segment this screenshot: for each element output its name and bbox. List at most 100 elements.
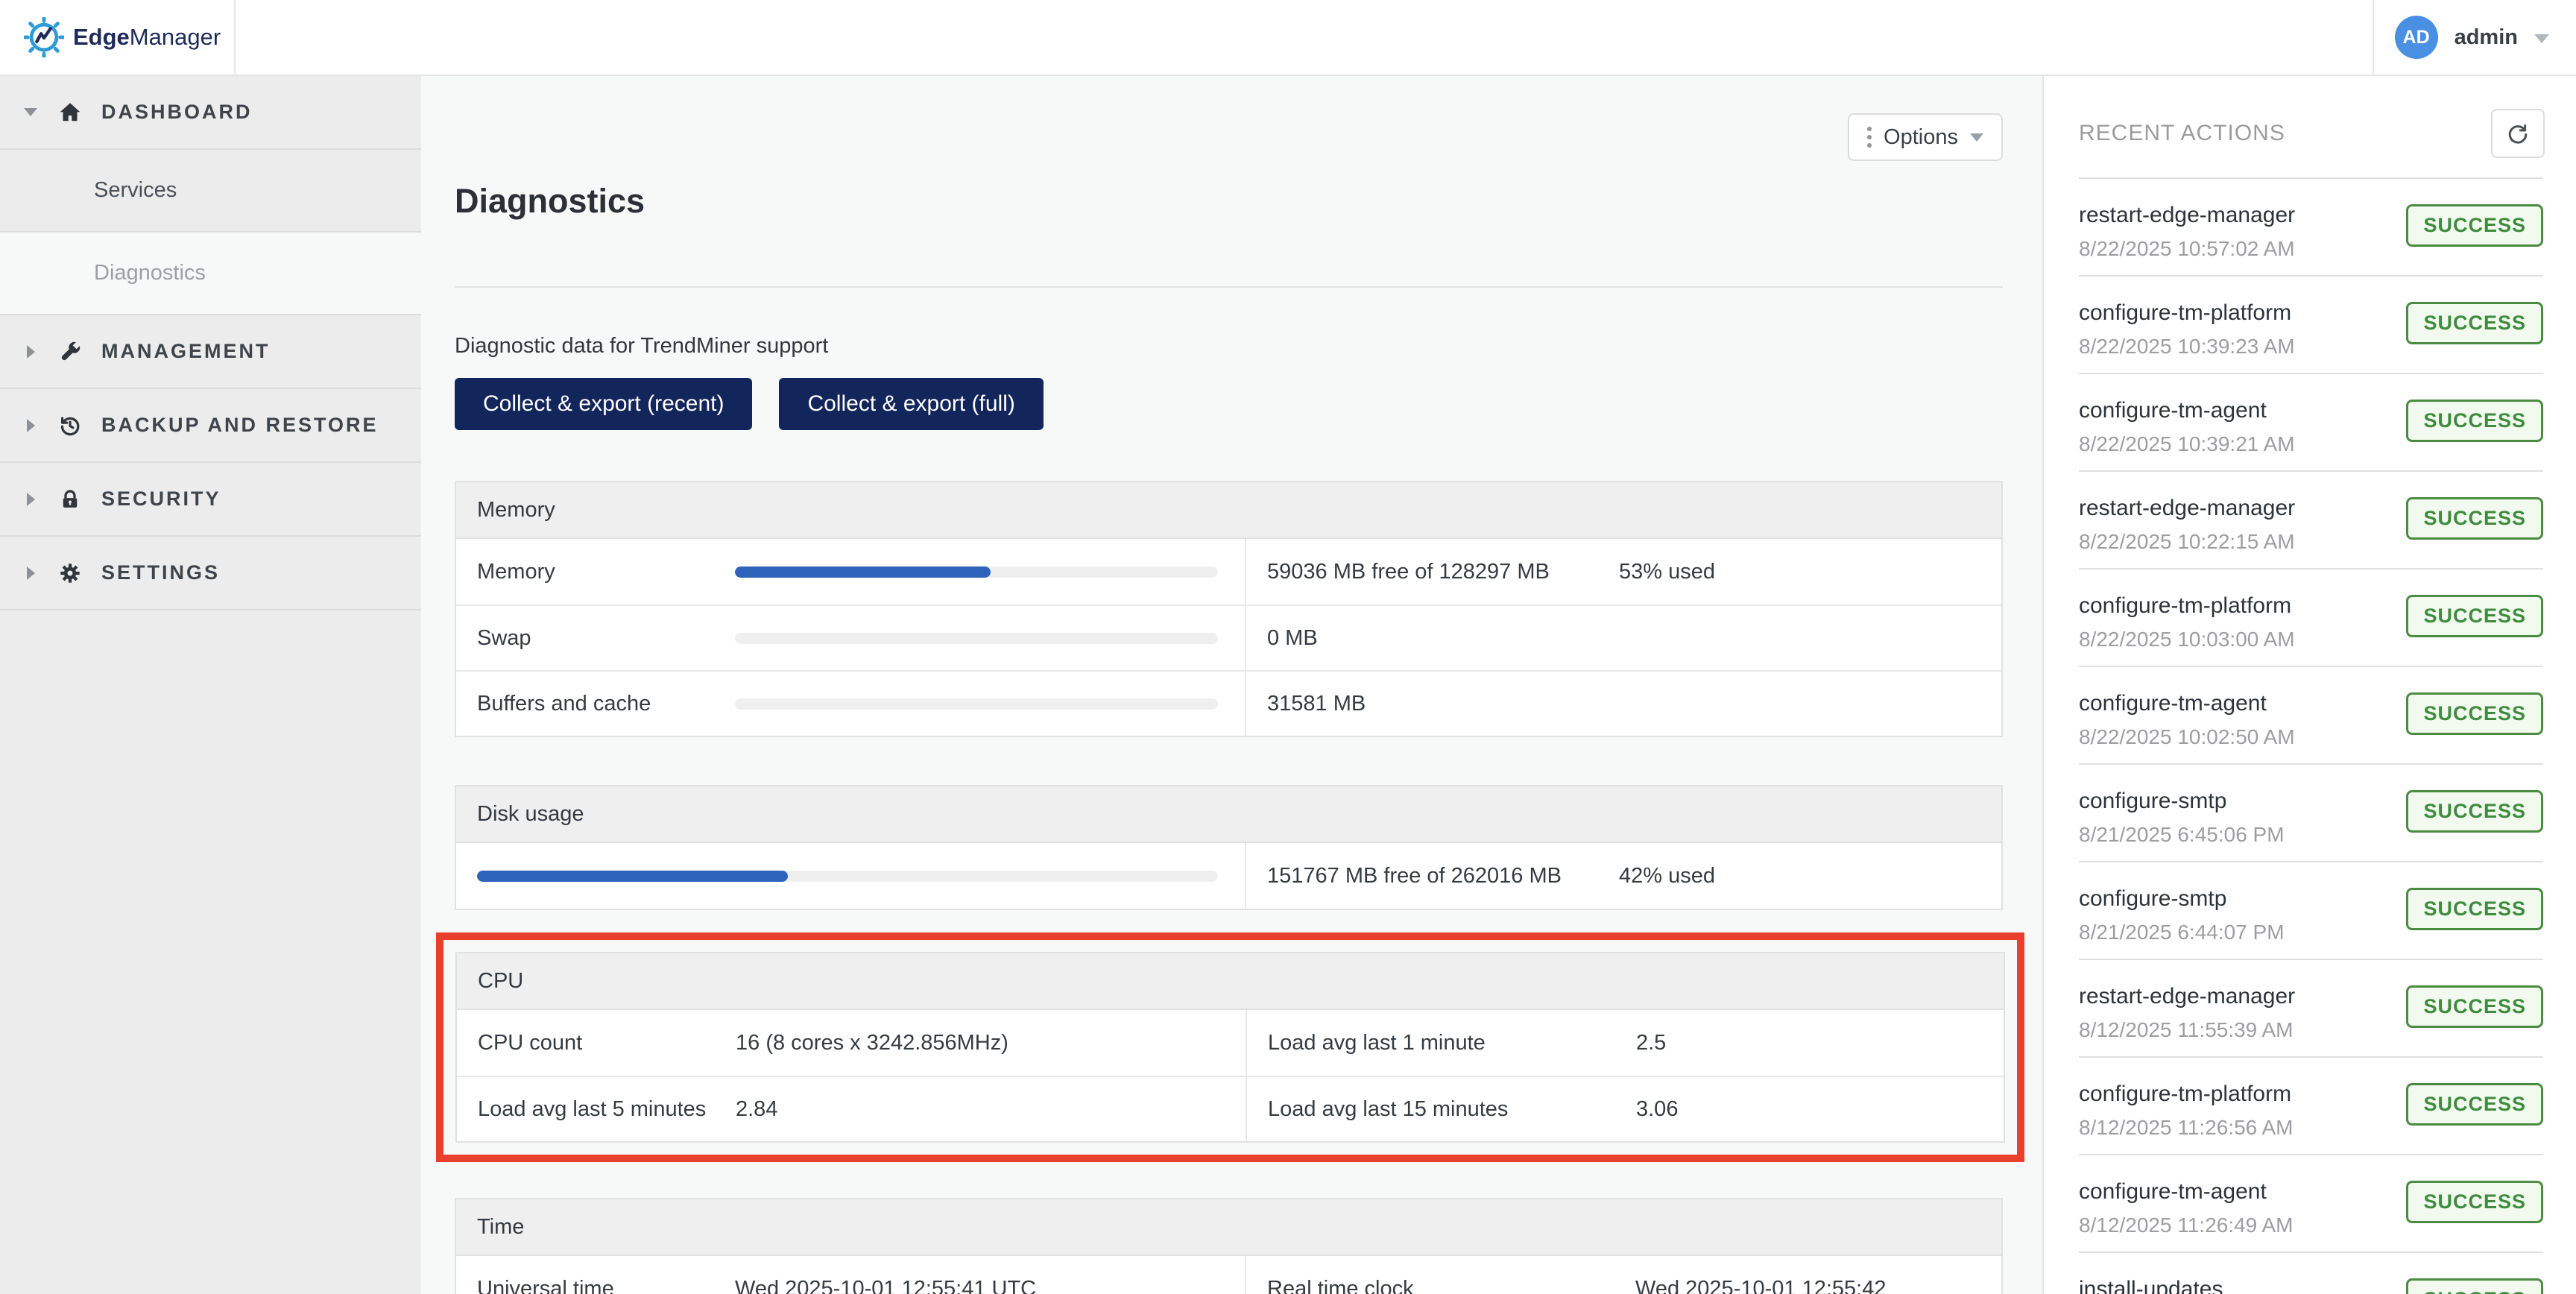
swap-progress-bar	[735, 633, 1218, 644]
status-badge: SUCCESS	[2406, 595, 2543, 637]
recent-action-text: restart-edge-manager 8/12/2025 11:55:39 …	[2079, 984, 2406, 1042]
action-name: restart-edge-manager	[2079, 984, 2406, 1009]
collect-export-recent-button[interactable]: Collect & export (recent)	[455, 378, 752, 430]
sidebar-item-security[interactable]: SECURITY	[0, 463, 421, 537]
brand-name: EdgeManager	[73, 24, 221, 51]
avatar: AD	[2395, 16, 2438, 59]
recent-action-item[interactable]: restart-edge-manager 8/12/2025 11:55:39 …	[2079, 960, 2543, 1058]
action-timestamp: 8/22/2025 10:39:23 AM	[2079, 335, 2406, 359]
recent-action-text: configure-tm-agent 8/22/2025 10:39:21 AM	[2079, 398, 2406, 456]
recent-action-item[interactable]: configure-tm-agent 8/22/2025 10:02:50 AM…	[2079, 667, 2543, 765]
sidebar-item-label: MANAGEMENT	[101, 340, 271, 363]
recent-action-item[interactable]: configure-tm-agent 8/12/2025 11:26:49 AM…	[2079, 1155, 2543, 1253]
cpu-section: CPU CPU count 16 (8 cores x 3242.856MHz)…	[455, 952, 2005, 1143]
disk-progress-bar	[477, 871, 1218, 882]
main-content: Options Diagnostics Diagnostic data for …	[421, 76, 2042, 1294]
sidebar-subitem-label: Services	[94, 178, 177, 203]
status-badge: SUCCESS	[2406, 888, 2543, 930]
recent-action-text: configure-tm-platform 8/12/2025 11:26:56…	[2079, 1082, 2406, 1140]
recent-action-item[interactable]: configure-tm-platform 8/12/2025 11:26:56…	[2079, 1058, 2543, 1155]
recent-action-text: install-updates	[2079, 1277, 2406, 1294]
table-row: Buffers and cache 31581 MB	[456, 670, 2001, 736]
memory-section-header: Memory	[456, 482, 2001, 539]
row-value: Wed 2025-10-01 12:55:42	[1635, 1277, 1886, 1294]
row-label: Universal time	[477, 1277, 735, 1294]
sidebar-item-services[interactable]: Services	[0, 150, 421, 233]
gear-icon	[54, 561, 86, 585]
action-timestamp: 8/12/2025 11:26:56 AM	[2079, 1116, 2406, 1140]
time-section: Time Universal time Wed 2025-10-01 12:55…	[455, 1198, 2003, 1294]
buffers-progress-bar	[735, 698, 1218, 710]
disk-usage-section-title: Disk usage	[477, 802, 584, 827]
restore-icon	[54, 414, 86, 438]
sidebar-item-backup-and-restore[interactable]: BACKUP AND RESTORE	[0, 389, 421, 463]
recent-action-text: configure-tm-agent 8/12/2025 11:26:49 AM	[2079, 1179, 2406, 1237]
sidebar-item-management[interactable]: MANAGEMENT	[0, 315, 421, 389]
row-value: 31581 MB	[1267, 692, 1619, 716]
action-timestamp: 8/12/2025 11:26:49 AM	[2079, 1213, 2406, 1237]
top-bar: EdgeManager AD admin	[0, 0, 2576, 76]
action-name: restart-edge-manager	[2079, 203, 2406, 228]
table-row: Load avg last 5 minutes 2.84 Load avg la…	[457, 1076, 2004, 1141]
action-name: configure-tm-agent	[2079, 691, 2406, 716]
sidebar-item-settings[interactable]: SETTINGS	[0, 537, 421, 610]
collect-export-full-button[interactable]: Collect & export (full)	[779, 378, 1043, 430]
row-label: Load avg last 15 minutes	[1268, 1097, 1636, 1122]
row-extra-value: 42% used	[1619, 864, 1715, 889]
action-name: configure-tm-agent	[2079, 1179, 2406, 1205]
recent-action-item[interactable]: configure-tm-platform 8/22/2025 10:03:00…	[2079, 569, 2543, 667]
row-value: Wed 2025-10-01 12:55:41 UTC	[735, 1277, 1036, 1294]
edge-manager-logo-icon	[24, 17, 64, 57]
chevron-right-icon	[24, 345, 37, 359]
row-label: Load avg last 1 minute	[1268, 1031, 1636, 1055]
table-row: Swap 0 MB	[456, 605, 2001, 670]
time-section-title: Time	[477, 1215, 524, 1240]
status-badge: SUCCESS	[2406, 985, 2543, 1028]
recent-action-text: restart-edge-manager 8/22/2025 10:57:02 …	[2079, 203, 2406, 261]
recent-action-item[interactable]: configure-smtp 8/21/2025 6:45:06 PM SUCC…	[2079, 765, 2543, 862]
recent-action-item[interactable]: configure-tm-platform 8/22/2025 10:39:23…	[2079, 277, 2543, 374]
recent-actions-list: restart-edge-manager 8/22/2025 10:57:02 …	[2079, 177, 2543, 1294]
sidebar-item-label: DASHBOARD	[101, 101, 253, 124]
recent-action-item[interactable]: restart-edge-manager 8/22/2025 10:57:02 …	[2079, 179, 2543, 277]
options-button[interactable]: Options	[1848, 113, 2003, 161]
table-row: Universal time Wed 2025-10-01 12:55:41 U…	[456, 1256, 2001, 1294]
row-label: Memory	[477, 560, 735, 584]
chevron-down-icon	[24, 108, 37, 116]
brand-name-bold: Edge	[73, 24, 130, 50]
row-value: 59036 MB free of 128297 MB	[1267, 560, 1619, 584]
user-menu[interactable]: AD admin	[2373, 0, 2576, 75]
chevron-down-icon	[1970, 133, 1983, 142]
title-divider	[455, 286, 2003, 288]
recent-action-text: configure-smtp 8/21/2025 6:44:07 PM	[2079, 886, 2406, 944]
sidebar-item-label: SETTINGS	[101, 561, 220, 584]
row-value: 3.06	[1636, 1097, 1678, 1122]
table-row: CPU count 16 (8 cores x 3242.856MHz) Loa…	[457, 1010, 2004, 1076]
home-icon	[54, 100, 86, 125]
brand-name-light: Manager	[130, 24, 221, 50]
disk-usage-section: Disk usage 151767 MB free of 262016 MB 4…	[455, 785, 2003, 910]
refresh-button[interactable]	[2491, 109, 2545, 158]
recent-action-item[interactable]: restart-edge-manager 8/22/2025 10:22:15 …	[2079, 472, 2543, 569]
status-badge: SUCCESS	[2406, 204, 2543, 247]
memory-progress-bar	[735, 566, 1218, 578]
sidebar-item-dashboard[interactable]: DASHBOARD	[0, 76, 421, 150]
recent-actions-title: RECENT ACTIONS	[2079, 121, 2285, 146]
chevron-down-icon	[2534, 34, 2549, 43]
sidebar-item-label: BACKUP AND RESTORE	[101, 414, 379, 437]
brand-logo[interactable]: EdgeManager	[0, 0, 236, 75]
action-name: configure-smtp	[2079, 886, 2406, 912]
kebab-menu-icon	[1867, 127, 1872, 148]
edge-manager-screen: EdgeManager AD admin DASHBOARD Services …	[0, 0, 2576, 1294]
action-timestamp: 8/22/2025 10:57:02 AM	[2079, 237, 2406, 261]
recent-action-item[interactable]: configure-tm-agent 8/22/2025 10:39:21 AM…	[2079, 374, 2543, 472]
recent-action-text: restart-edge-manager 8/22/2025 10:22:15 …	[2079, 496, 2406, 554]
action-timestamp: 8/22/2025 10:03:00 AM	[2079, 628, 2406, 651]
recent-action-item[interactable]: configure-smtp 8/21/2025 6:44:07 PM SUCC…	[2079, 862, 2543, 960]
sidebar-item-diagnostics[interactable]: Diagnostics	[0, 233, 421, 315]
action-name: configure-tm-platform	[2079, 593, 2406, 619]
action-name: configure-smtp	[2079, 789, 2406, 814]
recent-action-item[interactable]: install-updates SUCCESS	[2079, 1253, 2543, 1294]
action-name: restart-edge-manager	[2079, 496, 2406, 521]
row-value: 0 MB	[1267, 626, 1619, 651]
